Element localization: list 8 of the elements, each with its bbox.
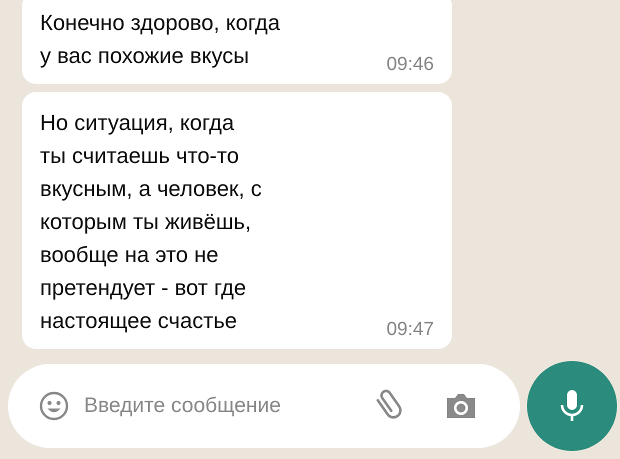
message-time: 09:47	[386, 319, 434, 341]
message-time: 09:46	[386, 54, 434, 76]
camera-icon[interactable]	[444, 391, 478, 421]
microphone-icon	[559, 388, 585, 424]
message-text: Но ситуация, когда ты считаешь что-то вкусным, а человек, с которым ты живёшь, вообще на это не претендует - вот где настоящее счастье	[40, 109, 262, 335]
emoji-icon[interactable]	[38, 390, 70, 422]
message-text: Конечно здорово, когда у вас похожие вкусы	[40, 9, 280, 70]
message-field[interactable]: Введите сообщение	[82, 393, 370, 419]
